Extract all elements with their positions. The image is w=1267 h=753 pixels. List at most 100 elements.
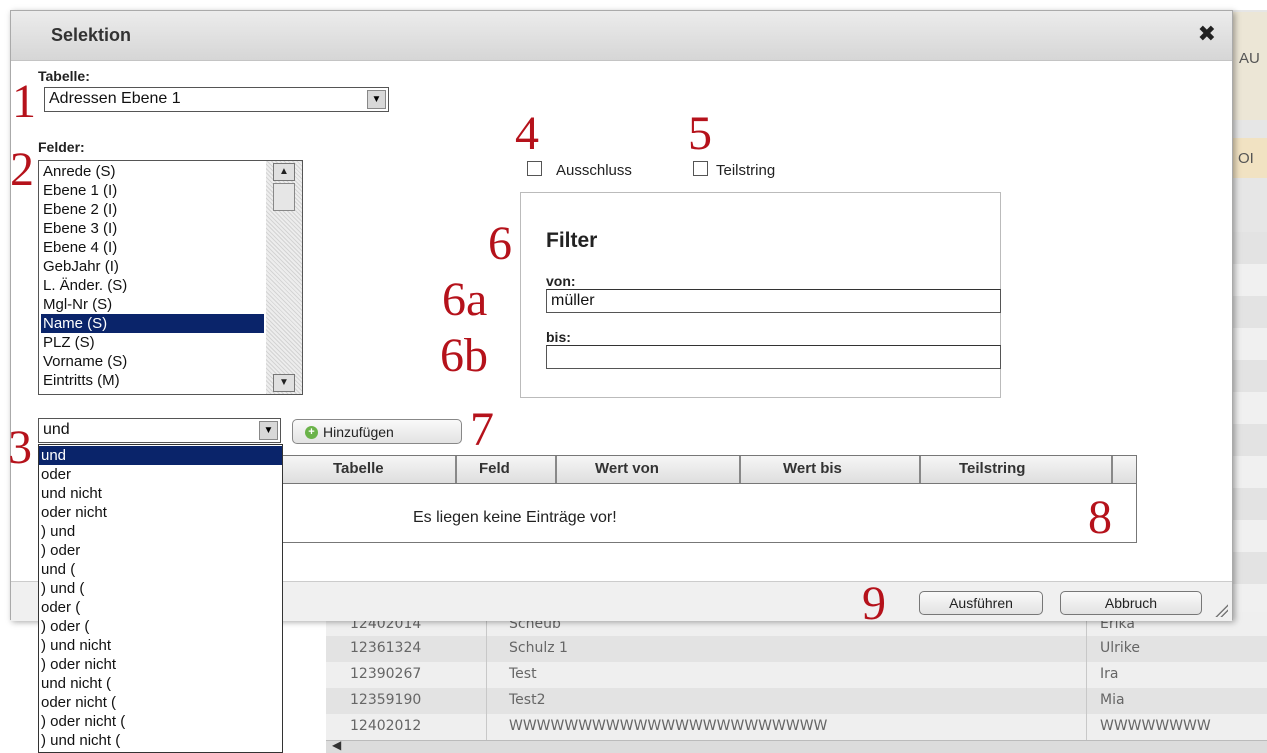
row-name: Test2 <box>509 692 546 708</box>
column-header-substring[interactable]: Teilstring <box>959 460 1025 477</box>
chevron-left-icon[interactable]: ◀ <box>332 738 341 752</box>
annotation-9: 9 <box>862 577 886 630</box>
operator-option[interactable]: oder ( <box>39 598 282 617</box>
operator-option[interactable]: oder <box>39 465 282 484</box>
operator-option[interactable]: und nicht ( <box>39 674 282 693</box>
substring-label: Teilstring <box>716 162 776 179</box>
field-option[interactable]: PLZ (S) <box>41 333 264 352</box>
annotation-2: 2 <box>10 143 34 196</box>
chevron-down-icon[interactable]: ▼ <box>259 421 278 440</box>
operator-option[interactable]: ) oder nicht <box>39 655 282 674</box>
chevron-down-icon[interactable]: ▼ <box>273 374 295 392</box>
to-input[interactable] <box>546 345 1001 369</box>
horizontal-scrollbar[interactable]: ◀ <box>326 738 1267 753</box>
field-option[interactable]: Mgl-Nr (S) <box>41 295 264 314</box>
row-name: WWWWWWWWWWWWWWWWWWWWWWW <box>509 718 828 734</box>
row-id: 12361324 <box>350 640 422 656</box>
field-option[interactable]: GebJahr (I) <box>41 257 264 276</box>
cancel-button[interactable]: Abbruch <box>1060 591 1202 615</box>
annotation-8: 8 <box>1088 491 1112 544</box>
table-row[interactable]: 12390267 Test Ira <box>326 662 1267 688</box>
field-option[interactable]: L. Änder. (S) <box>41 276 264 295</box>
operator-option[interactable]: oder nicht ( <box>39 693 282 712</box>
dialog-titlebar[interactable]: Selektion ✖ <box>11 11 1232 61</box>
scrollbar-thumb[interactable] <box>273 183 295 211</box>
table-label: Tabelle: <box>38 68 90 84</box>
substring-checkbox[interactable] <box>693 161 708 176</box>
row-id: 12390267 <box>350 666 422 682</box>
chevron-down-icon[interactable]: ▼ <box>367 90 386 109</box>
table-row[interactable]: 12402012 WWWWWWWWWWWWWWWWWWWWWWW WWWWWWW… <box>326 714 1267 740</box>
column-header-value-to[interactable]: Wert bis <box>783 460 842 477</box>
operator-option[interactable]: ) und <box>39 522 282 541</box>
plus-icon: + <box>305 426 318 439</box>
row-first-name: Mia <box>1100 692 1125 708</box>
annotation-3: 3 <box>8 421 32 474</box>
background-header: AU <box>1233 12 1267 120</box>
from-label: von: <box>546 273 576 289</box>
operator-option[interactable]: ) oder ( <box>39 617 282 636</box>
add-button[interactable]: + Hinzufügen <box>292 419 462 444</box>
annotation-1: 1 <box>12 75 36 128</box>
operator-option[interactable]: und ( <box>39 560 282 579</box>
add-button-label: Hinzufügen <box>323 424 394 440</box>
exclusion-label: Ausschluss <box>556 162 632 179</box>
field-option-selected[interactable]: Name (S) <box>41 314 264 333</box>
annotation-6: 6 <box>488 217 512 270</box>
operator-option[interactable]: und nicht <box>39 484 282 503</box>
field-option[interactable]: Ebene 3 (I) <box>41 219 264 238</box>
operator-select-value: und <box>43 421 70 438</box>
column-header-field[interactable]: Feld <box>479 460 510 477</box>
fields-label: Felder: <box>38 139 85 155</box>
operator-option[interactable]: ) und nicht ( <box>39 731 282 750</box>
operator-option[interactable]: ) und nicht <box>39 636 282 655</box>
dialog-title: Selektion <box>51 25 132 45</box>
row-first-name: Ira <box>1100 666 1119 682</box>
filter-panel: Filter von: müller bis: <box>520 192 1001 398</box>
table-row[interactable]: 12361324 Schulz 1 Ulrike <box>326 636 1267 662</box>
operator-option[interactable]: oder nicht <box>39 503 282 522</box>
row-name: Test <box>509 666 537 682</box>
field-option[interactable]: Vorname (S) <box>41 352 264 371</box>
field-option[interactable]: Ebene 1 (I) <box>41 181 264 200</box>
annotation-7: 7 <box>470 403 494 456</box>
execute-button[interactable]: Ausführen <box>919 591 1043 615</box>
fields-scrollbar[interactable]: ▲ ▼ <box>266 161 302 394</box>
row-name: Schulz 1 <box>509 640 568 656</box>
annotation-6a: 6a <box>442 273 488 326</box>
field-option[interactable]: Ebene 4 (I) <box>41 238 264 257</box>
background-toolbar: OI <box>1233 138 1267 178</box>
row-id: 12359190 <box>350 692 422 708</box>
background-rows <box>1233 232 1267 612</box>
table-select[interactable]: Adressen Ebene 1 ▼ <box>44 87 389 112</box>
column-header-table[interactable]: Tabelle <box>333 460 384 477</box>
background-header-text: AU <box>1239 50 1260 67</box>
annotation-4: 4 <box>515 107 539 160</box>
table-row[interactable]: 12359190 Test2 Mia <box>326 688 1267 714</box>
operator-option[interactable]: ) und ( <box>39 579 282 598</box>
chevron-up-icon[interactable]: ▲ <box>273 163 295 181</box>
column-header-value-from[interactable]: Wert von <box>595 460 659 477</box>
background-toolbar-text: OI <box>1238 150 1254 167</box>
field-option[interactable]: Eintritts (M) <box>41 371 264 390</box>
grid-empty-message: Es liegen keine Einträge vor! <box>413 509 617 526</box>
filter-title: Filter <box>546 229 598 252</box>
resize-handle[interactable] <box>1214 603 1228 617</box>
close-icon[interactable]: ✖ <box>1198 21 1216 47</box>
field-option[interactable]: Ebene 2 (I) <box>41 200 264 219</box>
row-id: 12402012 <box>350 718 422 734</box>
annotation-6b: 6b <box>440 329 488 382</box>
operator-option[interactable]: ) oder nicht ( <box>39 712 282 731</box>
fields-listbox[interactable]: Anrede (S) Ebene 1 (I) Ebene 2 (I) Ebene… <box>38 160 303 395</box>
operator-select[interactable]: und ▼ <box>38 418 281 443</box>
from-input[interactable]: müller <box>546 289 1001 313</box>
exclusion-checkbox[interactable] <box>527 161 542 176</box>
operator-option-selected[interactable]: und <box>39 446 282 465</box>
table-select-value: Adressen Ebene 1 <box>49 90 181 107</box>
row-first-name: WWWWWWWW <box>1100 718 1211 734</box>
operator-dropdown-list[interactable]: und oder und nicht oder nicht ) und ) od… <box>38 444 283 753</box>
operator-option[interactable]: ) oder <box>39 541 282 560</box>
background-table: 12402014 Scheub Erika 12361324 Schulz 1 … <box>326 612 1267 753</box>
field-option[interactable]: Anrede (S) <box>41 162 264 181</box>
to-label: bis: <box>546 329 571 345</box>
